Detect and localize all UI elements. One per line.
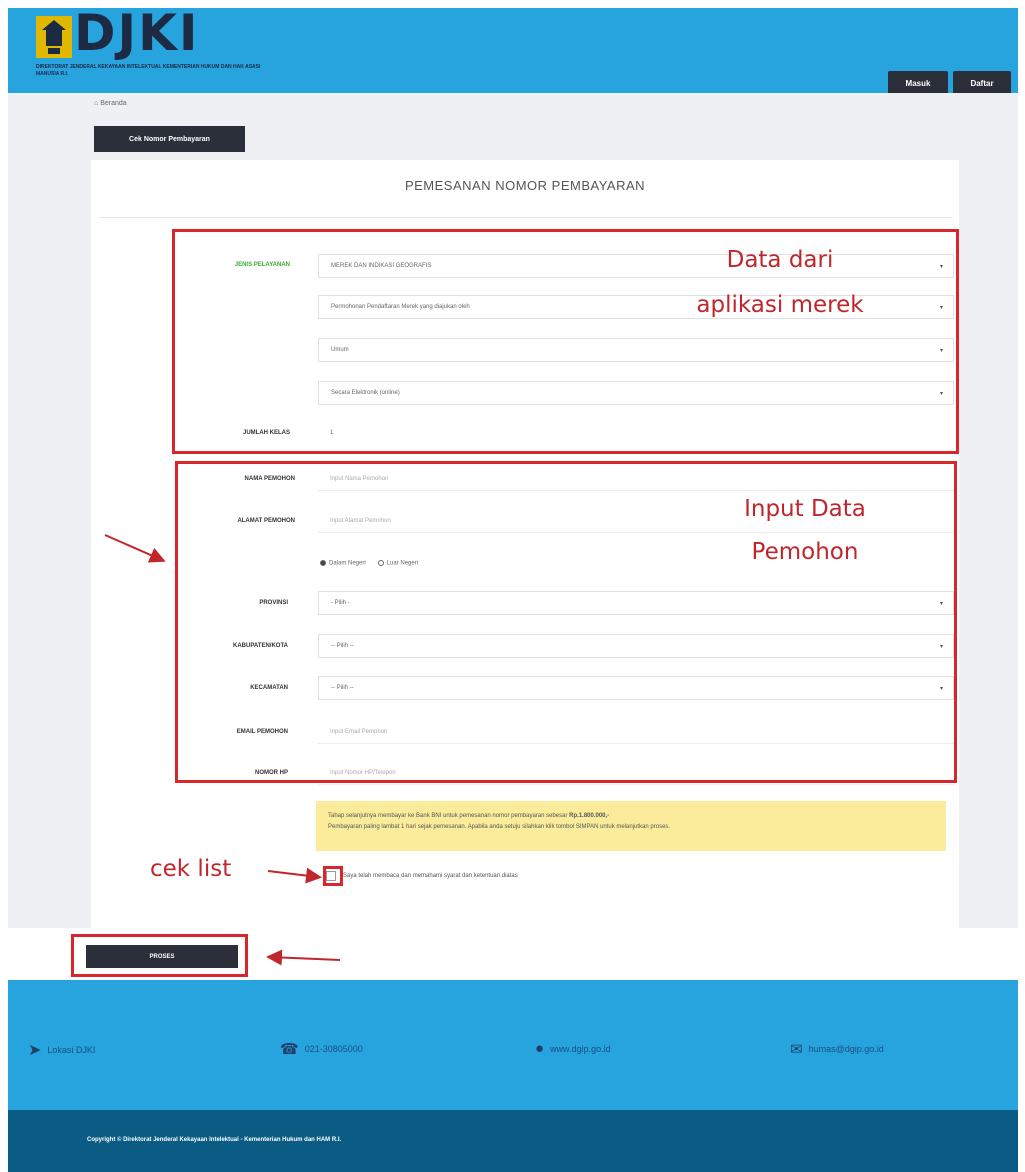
register-button[interactable]: Daftar: [953, 71, 1011, 95]
notice-line-2: Pembayaran paling lambat 1 hari sejak pe…: [328, 824, 671, 830]
footer-location[interactable]: ➤ Lokasi DJKI: [28, 1040, 95, 1060]
location-arrow-icon: ➤: [28, 1042, 42, 1059]
footer-email-text: humas@dgip.go.id: [808, 1044, 884, 1054]
annotation-cek-list: cek list: [150, 856, 232, 882]
footer-website-text: www.dgip.go.id: [550, 1043, 611, 1054]
envelope-icon: ✉: [790, 1041, 803, 1058]
footer-email[interactable]: ✉ humas@dgip.go.id: [790, 1040, 884, 1058]
annotation-pemohon: Pemohon: [751, 539, 859, 565]
payment-notice: Tahap selanjutnya membayar ke Bank BNI u…: [316, 801, 946, 851]
divider: [99, 217, 951, 218]
logo-text: DJKI: [74, 4, 200, 62]
annotation-box-process: [71, 934, 248, 977]
arrow-to-process-button: [266, 949, 341, 966]
agree-text: Saya telah membaca dan memahami syarat d…: [343, 873, 518, 879]
notice-amount: Rp.1.800.000,-: [569, 813, 610, 819]
djki-logo[interactable]: DJKI DIREKTORAT JENDERAL KEKAYAAN INTELE…: [30, 4, 280, 90]
copyright-text: Copyright © Direktorat Jenderal Kekayaan…: [87, 1137, 342, 1143]
login-button[interactable]: Masuk: [888, 71, 948, 95]
footer-phone[interactable]: ☎ 021-30805000: [280, 1040, 363, 1058]
phone-icon: ☎: [280, 1041, 299, 1058]
site-header: DJKI DIREKTORAT JENDERAL KEKAYAAN INTELE…: [8, 4, 1018, 95]
footer-location-text: Lokasi DJKI: [47, 1045, 96, 1055]
footer-website[interactable]: ● www.dgip.go.id: [535, 1040, 611, 1057]
notice-line-1: Tahap selanjutnya membayar ke Bank BNI u…: [328, 813, 568, 819]
page-title: PEMESANAN NOMOR PEMBAYARAN: [404, 178, 646, 193]
breadcrumb[interactable]: ⌂ Beranda: [94, 100, 127, 107]
annotation-input-data: Input Data: [744, 496, 866, 522]
garuda-emblem-icon: [36, 16, 72, 58]
breadcrumb-home[interactable]: Beranda: [100, 100, 126, 107]
footer-phone-text: 021-30805000: [304, 1044, 363, 1054]
annotation-box-checkbox: [323, 866, 343, 886]
annotation-aplikasi-merek: aplikasi merek: [696, 292, 864, 318]
globe-icon: ●: [535, 1040, 545, 1057]
logo-subtitle: DIREKTORAT JENDERAL KEKAYAAN INTELEKTUAL…: [36, 64, 261, 77]
annotation-data-dari: Data dari: [726, 247, 834, 273]
check-payment-number-button[interactable]: Cek Nomor Pembayaran: [94, 126, 245, 152]
